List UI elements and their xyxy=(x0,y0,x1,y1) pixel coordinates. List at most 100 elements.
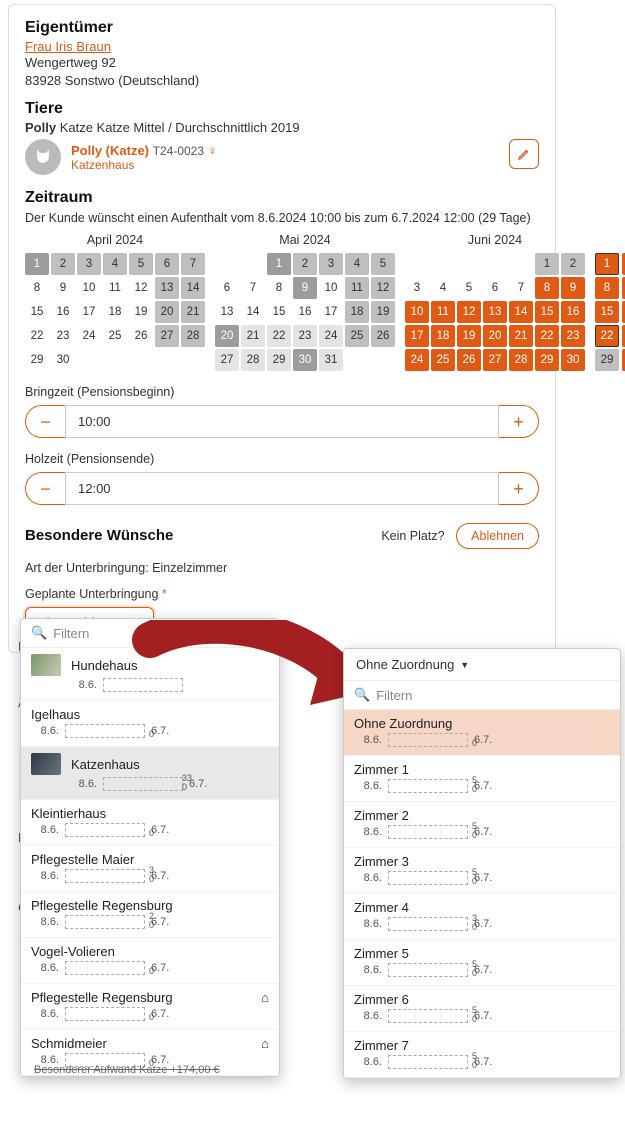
cal-day[interactable]: 14 xyxy=(181,277,205,299)
pickup-minus-button[interactable]: − xyxy=(25,472,65,505)
cal-day[interactable]: 4 xyxy=(345,253,369,275)
cal-day[interactable]: 22 xyxy=(535,325,559,347)
cal-day[interactable]: 16 xyxy=(561,301,585,323)
pet-sub[interactable]: Katzenhaus xyxy=(71,158,217,172)
cal-day[interactable]: 26 xyxy=(371,325,395,347)
cal-day[interactable]: 8 xyxy=(267,277,291,299)
cal-day[interactable]: 15 xyxy=(535,301,559,323)
room-item[interactable]: Ohne Zuordnung 8.6. 0 6.7. xyxy=(344,710,620,756)
cal-day[interactable]: 29 xyxy=(595,349,619,371)
room-dropdown-header[interactable]: Ohne Zuordnung ▼ xyxy=(344,649,620,681)
cal-day[interactable]: 12 xyxy=(457,301,481,323)
bring-minus-button[interactable]: − xyxy=(25,405,65,438)
cal-day[interactable]: 10 xyxy=(319,277,343,299)
cal-day[interactable]: 30 xyxy=(561,349,585,371)
cal-day[interactable]: 21 xyxy=(181,301,205,323)
cal-day[interactable]: 29 xyxy=(25,349,49,371)
cal-day[interactable]: 15 xyxy=(595,301,619,323)
house-item[interactable]: Pflegestelle Maier 8.6. 30 6.7. xyxy=(21,846,279,892)
cal-day[interactable]: 20 xyxy=(483,325,507,347)
cal-day[interactable]: 13 xyxy=(155,277,179,299)
cal-day[interactable]: 3 xyxy=(77,253,101,275)
cal-day[interactable]: 26 xyxy=(129,325,153,347)
room-item[interactable]: Zimmer 4 8.6. 30 6.7. xyxy=(344,894,620,940)
cal-day[interactable]: 15 xyxy=(267,301,291,323)
cal-day[interactable]: 2 xyxy=(51,253,75,275)
owner-link[interactable]: Frau Iris Braun xyxy=(25,39,111,54)
cal-day[interactable]: 19 xyxy=(371,301,395,323)
cal-day[interactable]: 31 xyxy=(319,349,343,371)
pet-name[interactable]: Polly (Katze) xyxy=(71,143,149,158)
cal-day[interactable]: 26 xyxy=(457,349,481,371)
room-item[interactable]: Zimmer 5 8.6. 50 6.7. xyxy=(344,940,620,986)
cal-day[interactable]: 28 xyxy=(241,349,265,371)
cal-day[interactable]: 17 xyxy=(77,301,101,323)
cal-day[interactable]: 22 xyxy=(25,325,49,347)
calendar-juni[interactable]: 1234567891011121314151617181920212223242… xyxy=(405,253,585,371)
cal-day[interactable]: 1 xyxy=(25,253,49,275)
cal-day[interactable]: 21 xyxy=(241,325,265,347)
cal-day[interactable]: 17 xyxy=(319,301,343,323)
cal-day[interactable]: 20 xyxy=(215,325,239,347)
bring-plus-button[interactable]: + xyxy=(499,405,539,438)
cal-day[interactable]: 4 xyxy=(103,253,127,275)
cal-day[interactable]: 9 xyxy=(51,277,75,299)
pickup-plus-button[interactable]: + xyxy=(499,472,539,505)
cal-day[interactable]: 4 xyxy=(431,277,455,299)
cal-day[interactable]: 2 xyxy=(561,253,585,275)
cal-day[interactable]: 27 xyxy=(483,349,507,371)
cal-day[interactable]: 1 xyxy=(267,253,291,275)
reject-button[interactable]: Ablehnen xyxy=(456,523,539,549)
cal-day[interactable]: 13 xyxy=(483,301,507,323)
room-item[interactable]: Zimmer 7 8.6. 50 6.7. xyxy=(344,1032,620,1078)
cal-day[interactable]: 24 xyxy=(405,349,429,371)
room-item[interactable]: Zimmer 1 8.6. 50 6.7. xyxy=(344,756,620,802)
cal-day[interactable]: 18 xyxy=(345,301,369,323)
calendar-mai[interactable]: 1234567891011121314151617181920212223242… xyxy=(215,253,395,371)
cal-day[interactable]: 7 xyxy=(241,277,265,299)
cal-day[interactable]: 9 xyxy=(293,277,317,299)
cal-day[interactable]: 6 xyxy=(483,277,507,299)
cal-day[interactable]: 24 xyxy=(319,325,343,347)
cal-day[interactable]: 24 xyxy=(77,325,101,347)
pickup-time-input[interactable]: 12:00 xyxy=(65,472,499,505)
cal-day[interactable]: 12 xyxy=(371,277,395,299)
cal-day[interactable]: 7 xyxy=(181,253,205,275)
cal-day[interactable]: 11 xyxy=(345,277,369,299)
cal-day[interactable]: 27 xyxy=(215,349,239,371)
cal-day[interactable]: 11 xyxy=(103,277,127,299)
bring-time-input[interactable]: 10:00 xyxy=(65,405,499,438)
cal-day[interactable]: 10 xyxy=(405,301,429,323)
house-item[interactable]: Pflegestelle Regensburg 8.6. 20 6.7. xyxy=(21,892,279,938)
cal-day[interactable]: 28 xyxy=(181,325,205,347)
room-item[interactable]: Zimmer 6 8.6. 50 6.7. xyxy=(344,986,620,1032)
cal-day[interactable]: 25 xyxy=(345,325,369,347)
cal-day[interactable]: 16 xyxy=(51,301,75,323)
cal-day[interactable]: 16 xyxy=(293,301,317,323)
calendar-juli-partial[interactable]: 1289151622232930 xyxy=(595,253,625,371)
cal-day[interactable]: 2 xyxy=(293,253,317,275)
cal-day[interactable]: 9 xyxy=(561,277,585,299)
cal-day[interactable]: 14 xyxy=(241,301,265,323)
cal-day[interactable]: 25 xyxy=(431,349,455,371)
cal-day[interactable]: 25 xyxy=(103,325,127,347)
cal-day[interactable]: 27 xyxy=(155,325,179,347)
house-item[interactable]: Kleintierhaus 8.6. 0 6.7. xyxy=(21,800,279,846)
cal-day[interactable]: 21 xyxy=(509,325,533,347)
cal-day[interactable]: 18 xyxy=(103,301,127,323)
cal-day[interactable]: 8 xyxy=(25,277,49,299)
house-item[interactable]: Vogel-Volieren 8.6. 0 6.7. xyxy=(21,938,279,984)
cal-day[interactable]: 22 xyxy=(595,325,619,347)
cal-day[interactable]: 6 xyxy=(215,277,239,299)
cal-day[interactable]: 11 xyxy=(431,301,455,323)
cal-day[interactable]: 30 xyxy=(293,349,317,371)
filter-row[interactable]: 🔍 Filtern xyxy=(21,619,279,648)
cal-day[interactable]: 19 xyxy=(129,301,153,323)
cal-day[interactable]: 3 xyxy=(405,277,429,299)
cal-day[interactable]: 17 xyxy=(405,325,429,347)
filter-row-2[interactable]: 🔍 Filtern xyxy=(344,681,620,710)
cal-day[interactable]: 10 xyxy=(77,277,101,299)
cal-day[interactable]: 12 xyxy=(129,277,153,299)
cal-day[interactable]: 7 xyxy=(509,277,533,299)
cal-day[interactable]: 22 xyxy=(267,325,291,347)
